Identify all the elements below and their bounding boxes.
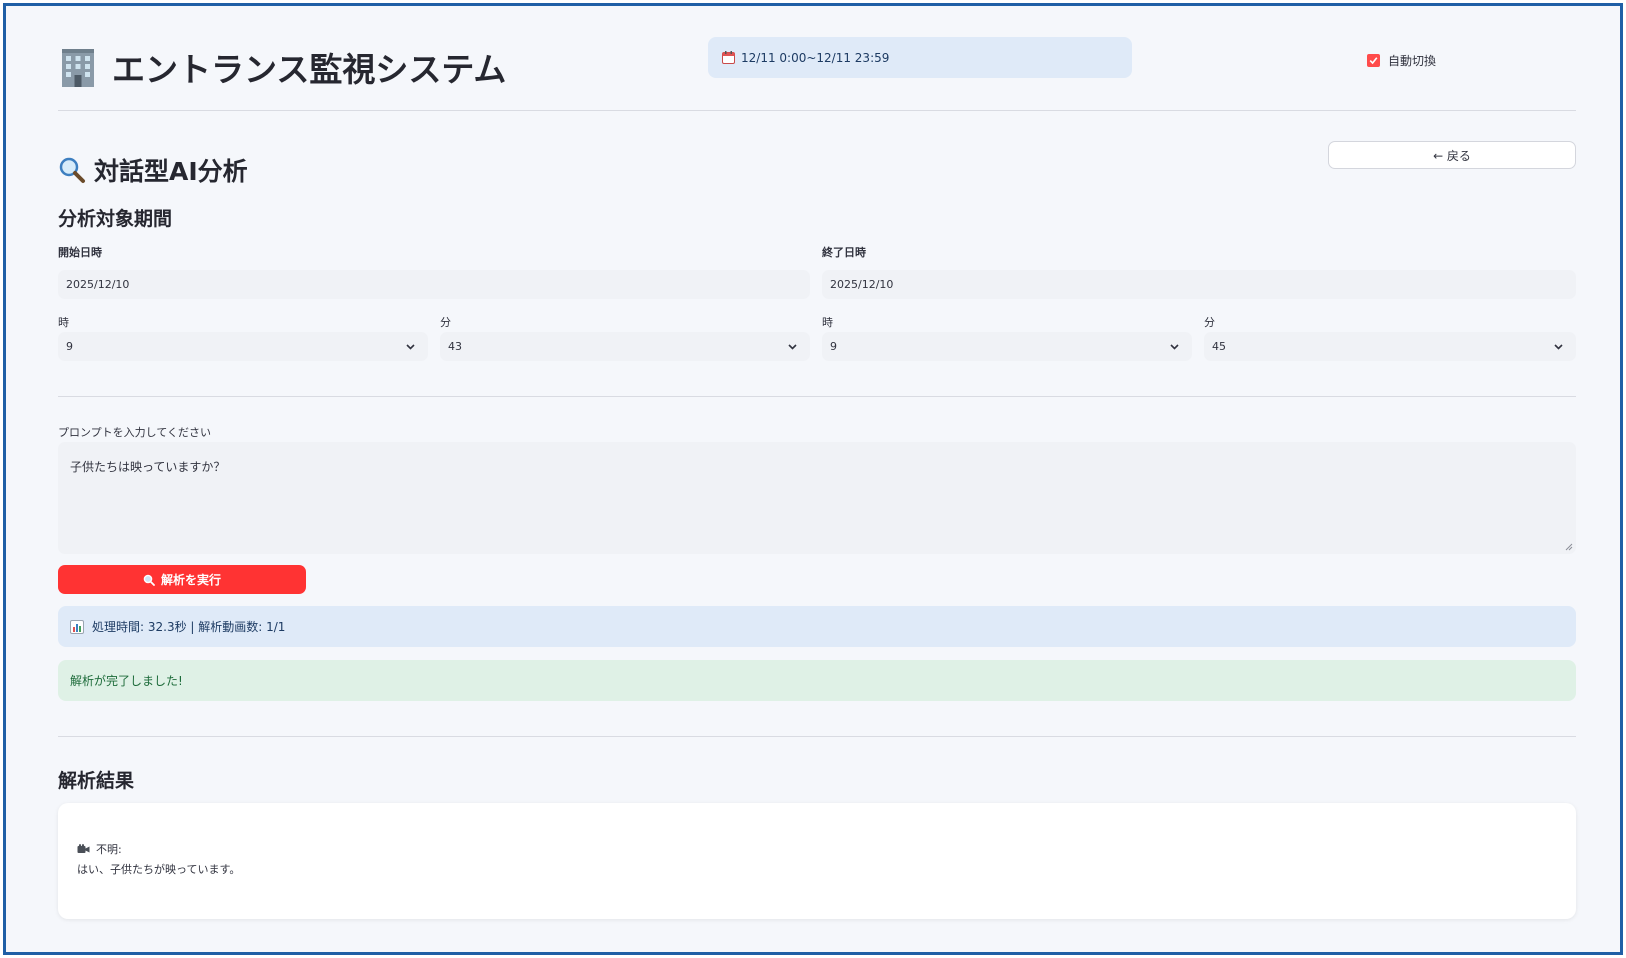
video-camera-icon xyxy=(77,843,90,853)
back-button[interactable]: ← 戻る xyxy=(1328,141,1576,169)
start-date-input[interactable]: 2025/12/10 xyxy=(58,270,810,299)
prompt-textarea[interactable]: 子供たちは映っていますか？ xyxy=(58,442,1576,554)
start-hour-select[interactable]: 9 xyxy=(58,332,428,361)
start-hour-label: 時 xyxy=(58,316,69,329)
back-button-label: ← 戻る xyxy=(1433,148,1471,163)
processing-info-text: 処理時間: 32.3秒 | 解析動画数: 1/1 xyxy=(92,620,286,634)
end-hour-label: 時 xyxy=(822,316,833,329)
app-title: エントランス監視システム xyxy=(56,42,506,92)
prompt-value: 子供たちは映っていますか？ xyxy=(70,460,226,474)
run-analysis-label: 解析を実行 xyxy=(160,573,221,587)
results-card: 不明: はい、子供たちが映っています。 xyxy=(58,803,1576,919)
end-datetime-label: 終了日時 xyxy=(822,246,866,259)
auto-switch-checkbox[interactable]: 自動切換 xyxy=(1367,51,1436,69)
start-minute-label: 分 xyxy=(440,316,451,329)
end-date-input[interactable]: 2025/12/10 xyxy=(822,270,1576,299)
chevron-down-icon xyxy=(406,344,415,350)
app-window: エントランス監視システム 12/11 0:00~12/11 23:59 自動切換… xyxy=(3,3,1623,955)
result-camera-label: 不明: xyxy=(96,843,122,856)
processing-info-banner: 処理時間: 32.3秒 | 解析動画数: 1/1 xyxy=(58,606,1576,647)
prompt-label: プロンプトを入力してください xyxy=(58,426,212,439)
chevron-down-icon xyxy=(788,344,797,350)
start-minute-value: 43 xyxy=(448,340,462,353)
chevron-down-icon xyxy=(1170,344,1179,350)
start-hour-value: 9 xyxy=(66,340,73,353)
start-date-value: 2025/12/10 xyxy=(66,278,130,291)
end-hour-value: 9 xyxy=(830,340,837,353)
end-minute-value: 45 xyxy=(1212,340,1226,353)
end-minute-select[interactable]: 45 xyxy=(1204,332,1576,361)
date-range-text: 12/11 0:00~12/11 23:59 xyxy=(741,50,890,65)
start-minute-select[interactable]: 43 xyxy=(440,332,810,361)
calendar-icon xyxy=(722,51,735,64)
app-title-text: エントランス監視システム xyxy=(112,50,507,89)
success-banner: 解析が完了しました! xyxy=(58,660,1576,701)
office-building-icon xyxy=(62,49,94,87)
date-range-banner: 12/11 0:00~12/11 23:59 xyxy=(708,37,1132,78)
success-text: 解析が完了しました! xyxy=(70,674,183,688)
start-datetime-label: 開始日時 xyxy=(58,246,102,259)
result-camera-line: 不明: xyxy=(77,841,122,857)
end-date-value: 2025/12/10 xyxy=(830,278,894,291)
magnifier-icon xyxy=(143,574,155,586)
results-title: 解析結果 xyxy=(58,770,135,792)
page-title: 対話型AI分析 xyxy=(58,152,248,188)
checkbox-checked-icon[interactable] xyxy=(1367,53,1380,67)
resize-handle-icon[interactable] xyxy=(1565,543,1573,551)
auto-switch-label: 自動切換 xyxy=(1388,53,1437,68)
end-hour-select[interactable]: 9 xyxy=(822,332,1192,361)
magnifier-icon xyxy=(59,157,85,183)
end-minute-label: 分 xyxy=(1204,316,1215,329)
period-divider xyxy=(58,396,1576,397)
result-answer: はい、子供たちが映っています。 xyxy=(77,861,240,877)
result-answer-text: はい、子供たちが映っています。 xyxy=(77,863,241,876)
page-title-text: 対話型AI分析 xyxy=(94,157,248,186)
period-section-title: 分析対象期間 xyxy=(58,208,173,230)
bar-chart-icon xyxy=(70,619,84,634)
run-analysis-button[interactable]: 解析を実行 xyxy=(58,565,306,594)
header-divider xyxy=(58,110,1576,111)
results-divider xyxy=(58,736,1576,737)
chevron-down-icon xyxy=(1554,344,1563,350)
